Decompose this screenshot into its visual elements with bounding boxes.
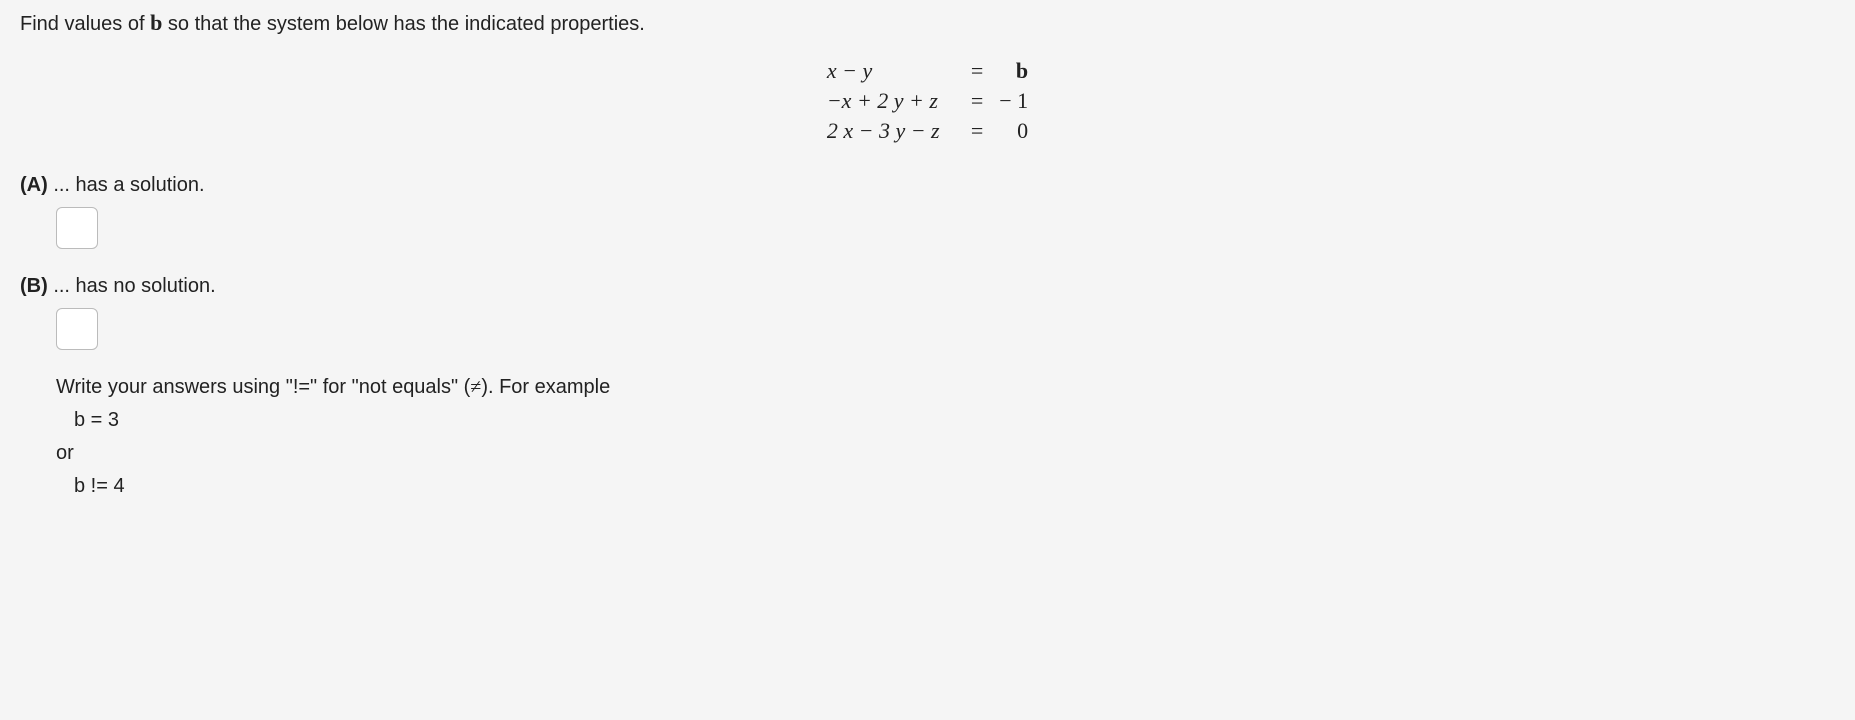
eq2-lhs: −x + 2 y + z (821, 86, 961, 116)
part-b-text: ... has no solution. (48, 275, 216, 297)
instr-post: ). For example (481, 376, 610, 398)
prompt-text-post: so that the system below has the indicat… (162, 13, 645, 35)
eq1-rhs: b (993, 56, 1034, 86)
eq1-equals: = (961, 56, 993, 86)
part-b-label: (B) (20, 275, 48, 297)
part-a-label: (A) (20, 174, 48, 196)
equation-row-1: x − y = b (821, 56, 1034, 86)
part-a: (A) ... has a solution. (20, 174, 1835, 249)
part-a-text: ... has a solution. (48, 174, 205, 196)
eq3-lhs: 2 x − 3 y − z (821, 116, 961, 146)
example-2: b != 4 (74, 475, 1835, 498)
part-a-prompt: (A) ... has a solution. (20, 174, 1835, 197)
part-a-answer-input[interactable] (56, 207, 98, 249)
equation-row-3: 2 x − 3 y − z = 0 (821, 116, 1034, 146)
instr-pre: Write your answers using "!=" for "not e… (56, 376, 470, 398)
eq1-lhs: x − y (821, 56, 961, 86)
prompt-text-pre: Find values of (20, 13, 150, 35)
equation-row-2: −x + 2 y + z = − 1 (821, 86, 1034, 116)
not-equals-symbol: ≠ (470, 376, 481, 399)
instructions-line-1: Write your answers using "!=" for "not e… (56, 376, 1835, 399)
instructions-or: or (56, 442, 1835, 465)
answer-instructions: Write your answers using "!=" for "not e… (56, 376, 1835, 498)
prompt-variable: b (150, 10, 162, 35)
question-prompt: Find values of b so that the system belo… (20, 10, 1835, 36)
eq3-equals: = (961, 116, 993, 146)
eq2-rhs: − 1 (993, 86, 1034, 116)
equation-system: x − y = b −x + 2 y + z = − 1 2 x − 3 y −… (20, 56, 1835, 146)
part-b: (B) ... has no solution. (20, 275, 1835, 350)
part-b-prompt: (B) ... has no solution. (20, 275, 1835, 298)
eq3-rhs: 0 (993, 116, 1034, 146)
part-b-answer-input[interactable] (56, 308, 98, 350)
example-1: b = 3 (74, 409, 1835, 432)
eq2-equals: = (961, 86, 993, 116)
